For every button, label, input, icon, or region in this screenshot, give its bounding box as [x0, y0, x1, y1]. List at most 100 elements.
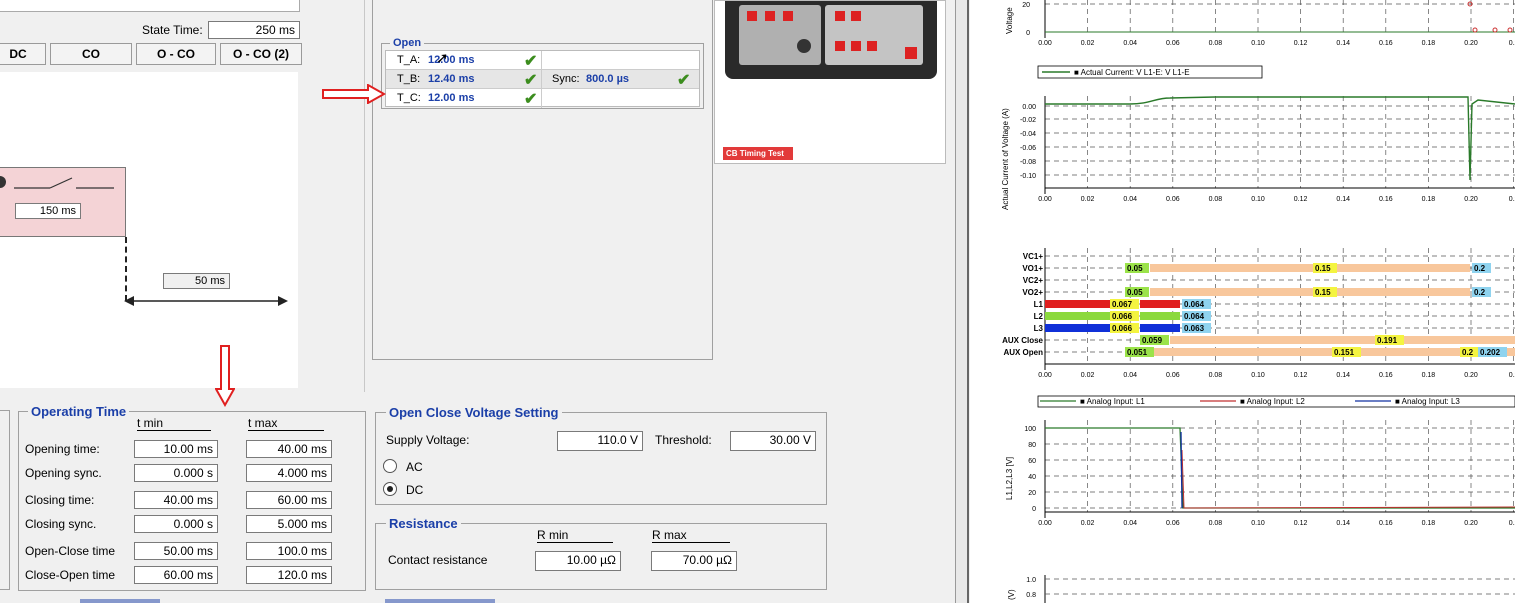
opening-sync-label: Opening sync.	[25, 466, 102, 480]
open-close-time-max[interactable]: 100.0 ms	[246, 542, 332, 560]
x-tick-label: 0.00	[1038, 40, 1052, 47]
y-tick-label: 1.0	[1026, 577, 1036, 584]
seq-button-dc[interactable]: DC	[0, 43, 46, 65]
ac-radio[interactable]	[383, 459, 397, 473]
row-label: T_C:	[397, 92, 421, 104]
t-min-underline	[137, 430, 211, 431]
state-time-field[interactable]: 250 ms	[208, 21, 300, 39]
closing-time-min[interactable]: 40.00 ms	[134, 491, 218, 509]
binary-tag-label: 0.2	[1462, 348, 1474, 357]
bottom-axis-label: (V)	[1007, 589, 1016, 600]
charts-svg: 0.00 0.02 0.04 0.06 0.08 0.10 0.12 0.14 0.16 0.18…	[1001, 0, 1515, 603]
sync-value: 800.0 µs	[586, 73, 630, 85]
x-tick-label: 0.08	[1209, 196, 1223, 203]
legend-text: ■ Analog Input: L2	[1240, 397, 1305, 406]
legend-text: ■ Actual Current: V L1-E: V L1-E	[1074, 68, 1190, 77]
binary-tag-label: 0.05	[1127, 264, 1143, 273]
x-tick-label: 0.02	[1081, 372, 1095, 379]
binary-tag-label: 0.064	[1184, 300, 1205, 309]
x-tick-label: 0.10	[1251, 196, 1265, 203]
closing-time-max[interactable]: 60.00 ms	[246, 491, 332, 509]
resistance-min-field[interactable]: 10.00 µΩ	[535, 551, 621, 571]
closing-sync-max[interactable]: 5.000 ms	[246, 515, 332, 533]
close-time-field[interactable]: 150 ms	[15, 203, 81, 219]
r-min-underline	[537, 542, 613, 543]
row-label: T_A:	[397, 54, 421, 66]
x-tick-label: 0.08	[1209, 40, 1223, 47]
dc-radio-label: DC	[406, 483, 424, 497]
x-tick-label: 0.14	[1336, 196, 1350, 203]
binary-bar	[1140, 324, 1180, 332]
t-min-header: t min	[137, 416, 164, 430]
binary-tag-label: 0.15	[1315, 288, 1331, 297]
resistance-title: Resistance	[386, 516, 461, 531]
supply-voltage-field[interactable]: 110.0 V	[557, 431, 643, 451]
state-dashed-line	[125, 237, 127, 301]
closing-sync-min[interactable]: 0.000 s	[134, 515, 218, 533]
binary-bar	[1045, 312, 1110, 320]
opening-sync-max[interactable]: 4.000 ms	[246, 464, 332, 482]
ac-radio-label: AC	[406, 460, 423, 474]
red-arrow-right-icon	[322, 84, 386, 104]
x-tick-label: 0.08	[1209, 372, 1223, 379]
threshold-label: Threshold:	[655, 433, 712, 447]
binary-tag-label: 0.051	[1127, 348, 1148, 357]
binary-bar	[1045, 300, 1110, 308]
dc-radio[interactable]	[383, 482, 397, 496]
red-arrow-down-icon	[215, 345, 235, 407]
opening-time-min[interactable]: 10.00 ms	[134, 440, 218, 458]
close-open-time-min[interactable]: 60.00 ms	[134, 566, 218, 584]
voltage-setting-title: Open Close Voltage Setting	[386, 405, 562, 420]
contact-resistance-label: Contact resistance	[388, 553, 488, 567]
switch-symbol-icon	[14, 177, 114, 189]
row-value: 12.00 ms	[428, 92, 475, 104]
t-max-header: t max	[248, 416, 278, 430]
voltage-marker	[1507, 27, 1513, 33]
opening-sync-min[interactable]: 0.000 s	[134, 464, 218, 482]
y-tick-label: 0	[1032, 506, 1036, 513]
y-tick-label: 0	[1026, 30, 1030, 37]
binary-tag-label: 0.151	[1334, 348, 1355, 357]
x-tick-label: 0.04	[1123, 196, 1137, 203]
close-state-block: 150 ms	[0, 167, 126, 237]
r-min-header: R min	[537, 528, 569, 542]
binary-row-label: L2	[1034, 312, 1044, 321]
open-close-time-min[interactable]: 50.00 ms	[134, 542, 218, 560]
x-tick-label: 0.18	[1422, 520, 1436, 527]
x-tick-label: 0.16	[1379, 40, 1393, 47]
threshold-field[interactable]: 30.00 V	[730, 431, 816, 451]
seq-button-o-co-2[interactable]: O - CO (2)	[220, 43, 302, 65]
binary-tag-label: 0.059	[1142, 336, 1163, 345]
delay-arrow-icon	[124, 296, 288, 306]
x-tick-label: 0.10	[1251, 372, 1265, 379]
x-tick-label: 0.2	[1509, 196, 1515, 203]
opening-time-label: Opening time:	[25, 442, 100, 456]
table-row-c: T_C: 12.00 ms ✔	[386, 89, 699, 108]
seq-button-co[interactable]: CO	[50, 43, 132, 65]
x-tick-label: 0.04	[1123, 372, 1137, 379]
opening-time-max[interactable]: 40.00 ms	[246, 440, 332, 458]
sequence-diagram: 150 ms 50 ms	[0, 72, 298, 388]
x-tick-label: 0.06	[1166, 196, 1180, 203]
y-tick-label: -0.06	[1020, 145, 1036, 152]
x-tick-label: 0.14	[1336, 372, 1350, 379]
x-tick-label: 0.06	[1166, 40, 1180, 47]
y-tick-label: -0.08	[1020, 159, 1036, 166]
binary-tag-label: 0.05	[1127, 288, 1143, 297]
close-open-time-label: Close-Open time	[25, 568, 116, 582]
voltage-setting-group	[375, 412, 827, 505]
seq-button-o-co[interactable]: O - CO	[136, 43, 216, 65]
resistance-max-field[interactable]: 70.00 µΩ	[651, 551, 737, 571]
row-value: 12.00 ms	[428, 54, 475, 66]
voltage-axis-label: Voltage	[1005, 7, 1014, 34]
binary-tag-label: 0.064	[1184, 312, 1205, 321]
splitter	[364, 0, 365, 392]
x-tick-label: 0.04	[1123, 520, 1137, 527]
close-open-time-max[interactable]: 120.0 ms	[246, 566, 332, 584]
binary-row-label: VO2+	[1022, 288, 1043, 297]
x-tick-label: 0.18	[1422, 40, 1436, 47]
delay-field[interactable]: 50 ms	[163, 273, 230, 289]
binary-row-label: L3	[1034, 324, 1044, 333]
y-tick-label: 0.8	[1026, 592, 1036, 599]
y-tick-label: -0.02	[1020, 117, 1036, 124]
